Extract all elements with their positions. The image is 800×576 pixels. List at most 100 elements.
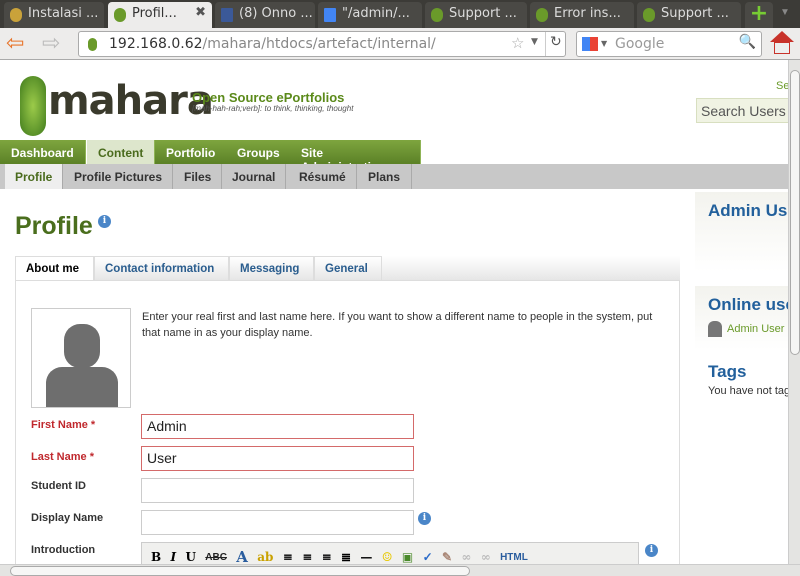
- mahara-icon: [536, 8, 548, 22]
- online-user-link[interactable]: Admin User: [727, 323, 784, 335]
- mahara-icon: [643, 8, 655, 22]
- nav-portfolio[interactable]: Portfolio: [155, 140, 228, 164]
- browser-search-field[interactable]: ▼ Google 🔍: [576, 31, 762, 57]
- facebook-icon: [221, 8, 233, 22]
- sidebar-tags: Tags You have not tagged anything yet: [695, 354, 788, 414]
- subnav-profile[interactable]: Profile: [5, 164, 64, 189]
- tab-list-icon[interactable]: ▼: [780, 7, 790, 18]
- bold-button[interactable]: B: [151, 550, 161, 564]
- justify-icon[interactable]: ≣: [341, 550, 351, 564]
- bookmark-star-icon[interactable]: ☆: [511, 34, 524, 52]
- tab-label: Profil...: [132, 6, 177, 21]
- forward-button[interactable]: ⇨: [42, 30, 60, 56]
- new-tab-button[interactable]: +: [745, 2, 773, 28]
- subnav-resume[interactable]: Résumé: [289, 164, 357, 189]
- home-icon: [770, 31, 794, 42]
- nav-groups[interactable]: Groups: [226, 140, 292, 164]
- search-placeholder: Google: [615, 36, 665, 52]
- nav-site-administration[interactable]: Site Administration: [290, 140, 421, 174]
- emoticon-icon[interactable]: ☺: [382, 550, 393, 564]
- page-icon: [10, 8, 22, 22]
- strikethrough-button[interactable]: ABC: [205, 552, 227, 563]
- browser-tab[interactable]: Error ins...: [530, 2, 634, 28]
- browser-tab[interactable]: Support ...: [425, 2, 527, 28]
- header-link[interactable]: Se: [776, 80, 788, 92]
- home-button[interactable]: [770, 31, 794, 55]
- close-tab-icon[interactable]: ✖: [195, 5, 206, 20]
- spellcheck-icon[interactable]: ✓: [423, 550, 433, 564]
- highlight-icon[interactable]: ab: [257, 550, 273, 564]
- avatar-head-icon: [64, 324, 100, 368]
- mahara-icon: [431, 8, 443, 22]
- horizontal-scroll-thumb[interactable]: [10, 566, 470, 576]
- site-icon: [88, 38, 97, 51]
- italic-button[interactable]: I: [171, 550, 177, 564]
- subnav-journal[interactable]: Journal: [222, 164, 287, 189]
- vertical-scroll-thumb[interactable]: [790, 70, 800, 355]
- last-name-input[interactable]: User: [141, 446, 414, 471]
- tab-messaging[interactable]: Messaging: [229, 256, 314, 280]
- first-name-input[interactable]: Admin: [141, 414, 414, 439]
- tags-text: You have not tagged anything yet: [708, 385, 788, 397]
- google-icon: [324, 8, 336, 22]
- editor-toolbar: B I U ABC A ab ≡ ≡ ≡ ≣ — ☺ ▣ ✓ ✎ ∞ ∞ HTM…: [141, 542, 639, 564]
- browser-tab-bar: Instalasi ... Profil... ✖ (8) Onno ... "/…: [0, 0, 800, 28]
- nav-dashboard[interactable]: Dashboard: [0, 140, 86, 164]
- horizontal-scrollbar[interactable]: [0, 564, 800, 576]
- image-icon[interactable]: ▣: [402, 550, 413, 564]
- cleanup-icon[interactable]: ✎: [442, 550, 452, 564]
- vertical-scrollbar[interactable]: [788, 60, 800, 564]
- page-title: Profile: [15, 212, 93, 240]
- url-path: /mahara/htdocs/artefact/internal/: [202, 36, 436, 52]
- url-host: 192.168.0.62: [109, 36, 203, 52]
- link-icon[interactable]: ∞: [461, 550, 471, 564]
- tab-contact-information[interactable]: Contact information: [94, 256, 229, 280]
- search-icon[interactable]: 🔍: [739, 34, 756, 50]
- student-id-input[interactable]: [141, 478, 414, 503]
- online-users-title: Online users: [708, 295, 788, 314]
- tab-label: Support ...: [661, 6, 729, 21]
- last-name-label: Last Name *: [31, 451, 94, 463]
- display-name-input[interactable]: [141, 510, 414, 535]
- unlink-icon[interactable]: ∞: [481, 550, 491, 564]
- align-right-icon[interactable]: ≡: [322, 550, 332, 564]
- sidebar-user-title[interactable]: Admin User: [708, 201, 788, 221]
- url-bar[interactable]: 192.168.0.62/mahara/htdocs/artefact/inte…: [78, 31, 566, 57]
- text-color-button[interactable]: A: [236, 548, 248, 564]
- display-name-help-icon[interactable]: i: [418, 512, 431, 525]
- align-center-icon[interactable]: ≡: [302, 550, 312, 564]
- browser-tab[interactable]: (8) Onno ...: [215, 2, 315, 28]
- browser-tab[interactable]: "/admin/...: [318, 2, 422, 28]
- tab-label: Error ins...: [554, 6, 621, 21]
- first-name-label: First Name *: [31, 419, 96, 431]
- nav-content[interactable]: Content: [87, 140, 156, 164]
- tab-general[interactable]: General: [314, 256, 382, 280]
- site-logo[interactable]: mahara: [48, 78, 214, 124]
- help-info-icon[interactable]: i: [98, 215, 111, 228]
- search-users-input[interactable]: Search Users: [696, 98, 788, 123]
- reload-icon[interactable]: ↻: [545, 32, 562, 56]
- intro-text: Enter your real first and last name here…: [142, 311, 653, 339]
- tags-title: Tags: [708, 362, 747, 381]
- html-source-button[interactable]: HTML: [500, 552, 528, 563]
- subnav-files[interactable]: Files: [174, 164, 223, 189]
- display-name-label: Display Name: [31, 512, 104, 524]
- subnav-plans[interactable]: Plans: [358, 164, 412, 189]
- browser-tab[interactable]: Instalasi ...: [4, 2, 104, 28]
- sidebar-online-users: Online users Admin User: [695, 286, 788, 350]
- browser-tab[interactable]: Support ...: [637, 2, 741, 28]
- tab-label: "/admin/...: [342, 6, 410, 21]
- profile-picture[interactable]: [31, 308, 131, 408]
- browser-tab-active[interactable]: Profil... ✖: [108, 2, 212, 28]
- horizontal-rule-icon[interactable]: —: [360, 550, 372, 564]
- tab-about-me[interactable]: About me: [15, 256, 94, 280]
- back-button[interactable]: ⇦: [6, 30, 24, 56]
- engine-dropdown-icon[interactable]: ▼: [601, 39, 607, 48]
- align-left-icon[interactable]: ≡: [283, 550, 293, 564]
- student-id-label: Student ID: [31, 480, 86, 492]
- underline-button[interactable]: U: [185, 550, 195, 564]
- mahara-logo-icon: [20, 76, 46, 136]
- history-dropdown-icon[interactable]: ▼: [531, 37, 538, 47]
- subnav-profile-pictures[interactable]: Profile Pictures: [64, 164, 174, 189]
- introduction-help-icon[interactable]: i: [645, 544, 658, 557]
